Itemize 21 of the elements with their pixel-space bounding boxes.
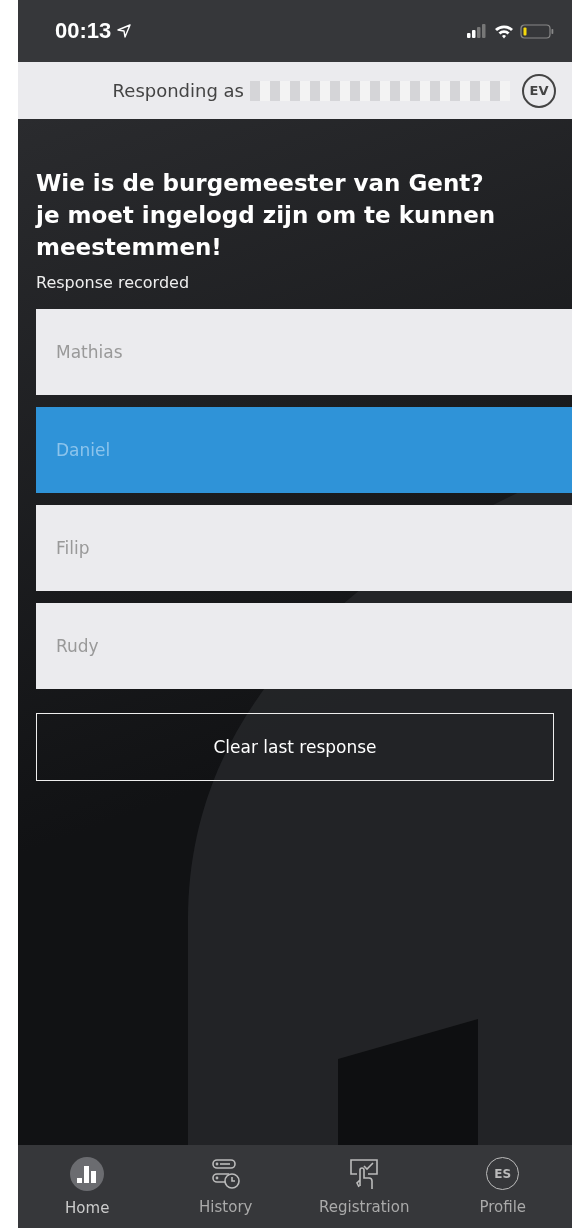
- tab-item[interactable]: Home: [22, 1156, 153, 1217]
- status-time: 00:13: [55, 18, 112, 44]
- battery-icon: [520, 23, 554, 39]
- tab-item[interactable]: ES Profile: [437, 1157, 568, 1216]
- response-status: Response recorded: [36, 273, 191, 292]
- clear-response-button[interactable]: Clear last response: [36, 713, 554, 781]
- tab-item[interactable]: Registration: [299, 1157, 430, 1216]
- location-arrow-icon: [117, 24, 132, 38]
- list-clock-icon: [210, 1157, 241, 1190]
- signal-icon: [466, 24, 488, 38]
- tab-label: Home: [65, 1198, 110, 1217]
- tab-label: Registration: [319, 1197, 410, 1216]
- tab-label: Profile: [479, 1198, 527, 1216]
- bar-chart-icon: [70, 1156, 105, 1191]
- touch-checkmark-icon: [348, 1157, 381, 1190]
- user-avatar[interactable]: EV: [522, 73, 556, 108]
- tab-item[interactable]: History: [160, 1157, 291, 1216]
- question-title: Wie is de burgemeester van Gent? je moet ingelogd zijn om te kunnen meestemmen!: [36, 169, 497, 262]
- wifi-icon: [494, 23, 514, 39]
- tab-label: History: [199, 1197, 253, 1216]
- responding-as-label: Responding as: [112, 80, 244, 101]
